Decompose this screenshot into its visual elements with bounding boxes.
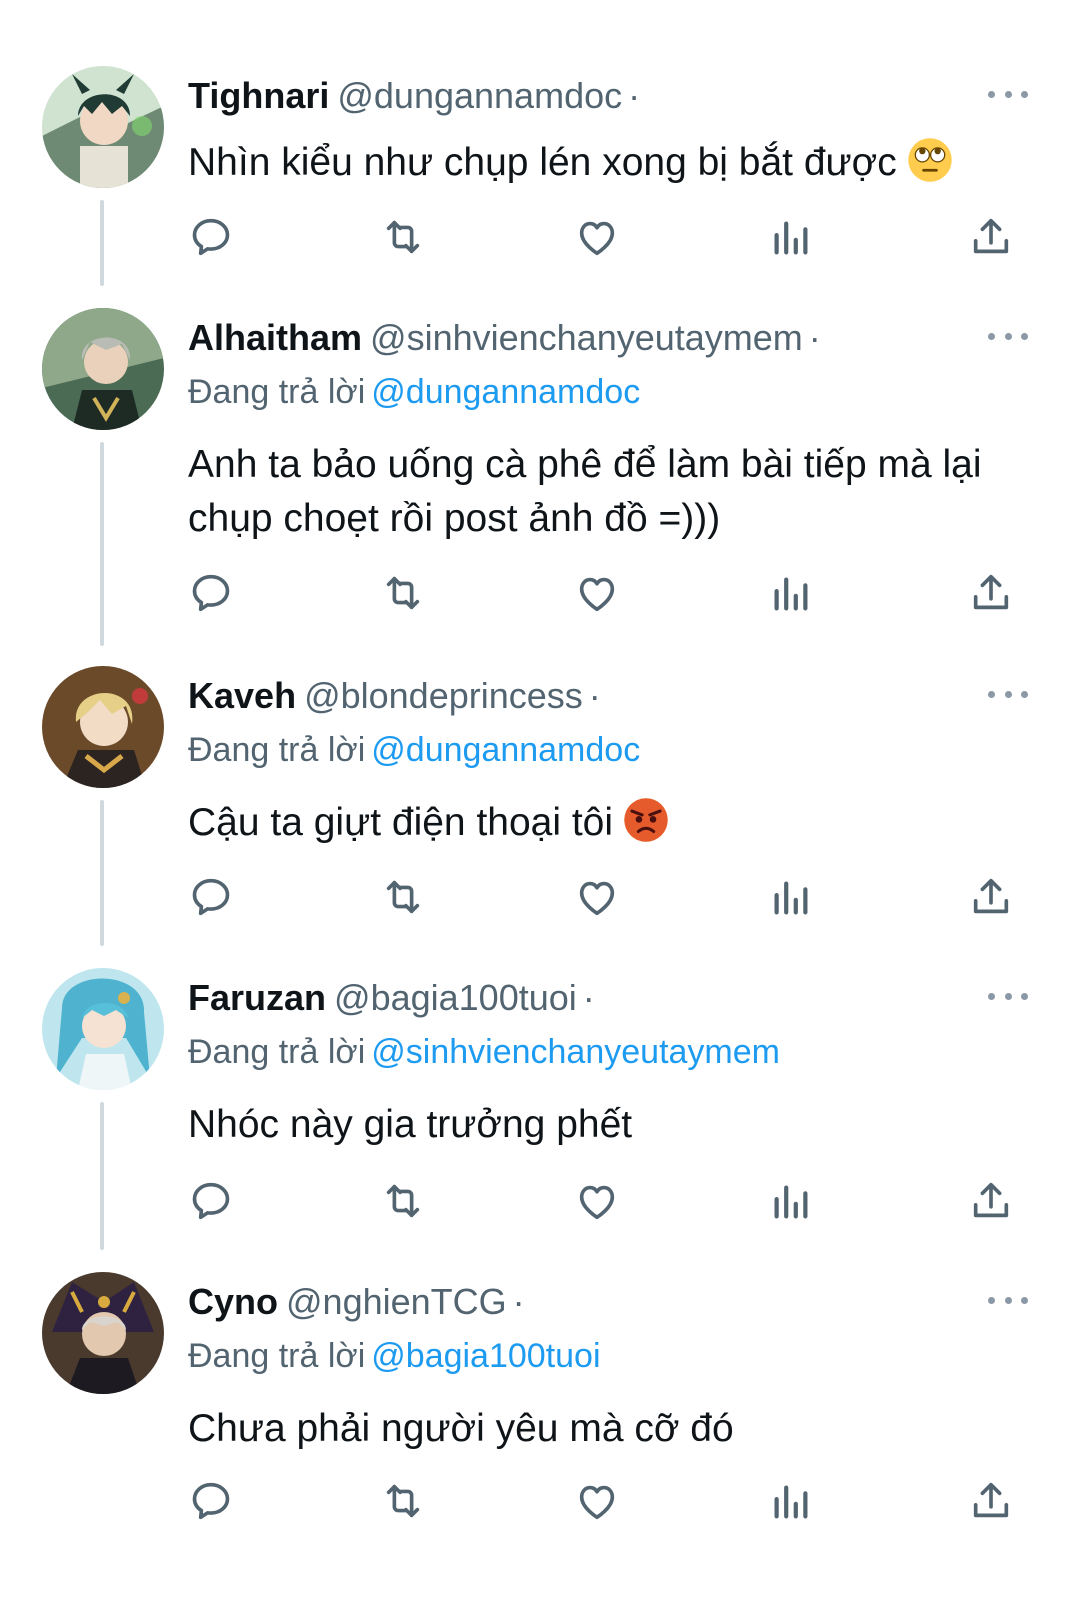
tweet-text-content: Nhóc này gia trưởng phết: [188, 1103, 633, 1146]
tweet-header: Kaveh @blondeprincess ·: [188, 674, 601, 718]
retweet-icon[interactable]: [380, 1178, 426, 1224]
avatar-cyno[interactable]: [42, 1272, 164, 1394]
share-icon[interactable]: [968, 570, 1014, 616]
retweet-icon[interactable]: [380, 874, 426, 920]
more-options-icon[interactable]: [988, 988, 1028, 1004]
display-name[interactable]: Faruzan: [188, 977, 326, 1018]
more-options-icon[interactable]: [988, 328, 1028, 344]
tweet-header: Tighnari @dungannamdoc ·: [188, 74, 640, 118]
face-with-rolling-eyes-emoji: [908, 138, 952, 182]
tweet-actions: [188, 1178, 1028, 1228]
separator-dot: ·: [588, 675, 601, 716]
reply-context: Đang trả lời @bagia100tuoi: [188, 1334, 601, 1378]
tweet-header: Alhaitham @sinhvienchanyeutaymem ·: [188, 316, 821, 360]
avatar-alhaitham[interactable]: [42, 308, 164, 430]
reply-icon[interactable]: [188, 570, 234, 616]
user-handle[interactable]: @nghienTCG: [286, 1281, 507, 1322]
views-icon[interactable]: [768, 874, 814, 920]
avatar-kaveh[interactable]: [42, 666, 164, 788]
thread-line: [100, 442, 104, 646]
display-name[interactable]: Kaveh: [188, 675, 296, 716]
views-icon[interactable]: [768, 214, 814, 260]
reply-icon[interactable]: [188, 1178, 234, 1224]
reply-mention-link[interactable]: @dungannamdoc: [371, 373, 640, 411]
share-icon[interactable]: [968, 214, 1014, 260]
separator-dot: ·: [628, 75, 641, 116]
tweet-text: Nhìn kiểu như chụp lén xong bị bắt được: [188, 136, 1038, 190]
tweet-text: Chưa phải người yêu mà cỡ đó: [188, 1402, 1038, 1456]
display-name[interactable]: Alhaitham: [188, 317, 362, 358]
share-icon[interactable]: [968, 1178, 1014, 1224]
share-icon[interactable]: [968, 1478, 1014, 1524]
tweet-text-line: chụp choẹt rồi post ảnh đồ =))): [188, 497, 721, 540]
thread-line: [100, 800, 104, 946]
user-handle[interactable]: @bagia100tuoi: [334, 977, 577, 1018]
user-handle[interactable]: @blondeprincess: [304, 675, 583, 716]
like-icon[interactable]: [574, 1478, 620, 1524]
tweet-text-content: Chưa phải người yêu mà cỡ đó: [188, 1407, 734, 1450]
more-options-icon[interactable]: [988, 1292, 1028, 1308]
display-name[interactable]: Cyno: [188, 1281, 278, 1322]
reply-context: Đang trả lời @sinhvienchanyeutaymem: [188, 1030, 780, 1074]
retweet-icon[interactable]: [380, 1478, 426, 1524]
like-icon[interactable]: [574, 1178, 620, 1224]
tweet-actions: [188, 214, 1028, 264]
tweet-text-content: Nhìn kiểu như chụp lén xong bị bắt được: [188, 141, 897, 184]
user-handle[interactable]: @dungannamdoc: [337, 75, 622, 116]
reply-mention-link[interactable]: @bagia100tuoi: [371, 1337, 600, 1375]
reply-icon[interactable]: [188, 214, 234, 260]
tweet-text: Nhóc này gia trưởng phết: [188, 1098, 1038, 1152]
reply-icon[interactable]: [188, 874, 234, 920]
separator-dot: ·: [808, 317, 821, 358]
more-options-icon[interactable]: [988, 86, 1028, 102]
tweet-actions: [188, 874, 1028, 924]
reply-prefix: Đang trả lời: [188, 1033, 366, 1071]
views-icon[interactable]: [768, 570, 814, 616]
separator-dot: ·: [512, 1281, 525, 1322]
like-icon[interactable]: [574, 570, 620, 616]
tweet-header: Faruzan @bagia100tuoi ·: [188, 976, 595, 1020]
avatar-tighnari[interactable]: [42, 66, 164, 188]
reply-prefix: Đang trả lời: [188, 373, 366, 411]
retweet-icon[interactable]: [380, 570, 426, 616]
tweet-actions: [188, 1478, 1028, 1528]
user-handle[interactable]: @sinhvienchanyeutaymem: [370, 317, 803, 358]
reply-prefix: Đang trả lời: [188, 731, 366, 769]
separator-dot: ·: [582, 977, 595, 1018]
reply-icon[interactable]: [188, 1478, 234, 1524]
tweet-actions: [188, 570, 1028, 620]
share-icon[interactable]: [968, 874, 1014, 920]
thread-line: [100, 200, 104, 286]
angry-face-emoji: [624, 798, 668, 842]
tweet-text: Cậu ta giựt điện thoại tôi: [188, 796, 1038, 850]
tweet-text-line: Anh ta bảo uống cà phê để làm bài tiếp m…: [188, 443, 982, 486]
reply-context: Đang trả lời @dungannamdoc: [188, 370, 640, 414]
tweet-text-content: Cậu ta giựt điện thoại tôi: [188, 801, 614, 844]
like-icon[interactable]: [574, 214, 620, 260]
avatar-faruzan[interactable]: [42, 968, 164, 1090]
reply-mention-link[interactable]: @sinhvienchanyeutaymem: [371, 1033, 780, 1071]
views-icon[interactable]: [768, 1478, 814, 1524]
retweet-icon[interactable]: [380, 214, 426, 260]
tweet-header: Cyno @nghienTCG ·: [188, 1280, 525, 1324]
like-icon[interactable]: [574, 874, 620, 920]
tweet-text: Anh ta bảo uống cà phê để làm bài tiếp m…: [188, 438, 1038, 546]
thread-line: [100, 1102, 104, 1250]
reply-mention-link[interactable]: @dungannamdoc: [371, 731, 640, 769]
reply-prefix: Đang trả lời: [188, 1337, 366, 1375]
display-name[interactable]: Tighnari: [188, 75, 329, 116]
reply-context: Đang trả lời @dungannamdoc: [188, 728, 640, 772]
views-icon[interactable]: [768, 1178, 814, 1224]
more-options-icon[interactable]: [988, 686, 1028, 702]
